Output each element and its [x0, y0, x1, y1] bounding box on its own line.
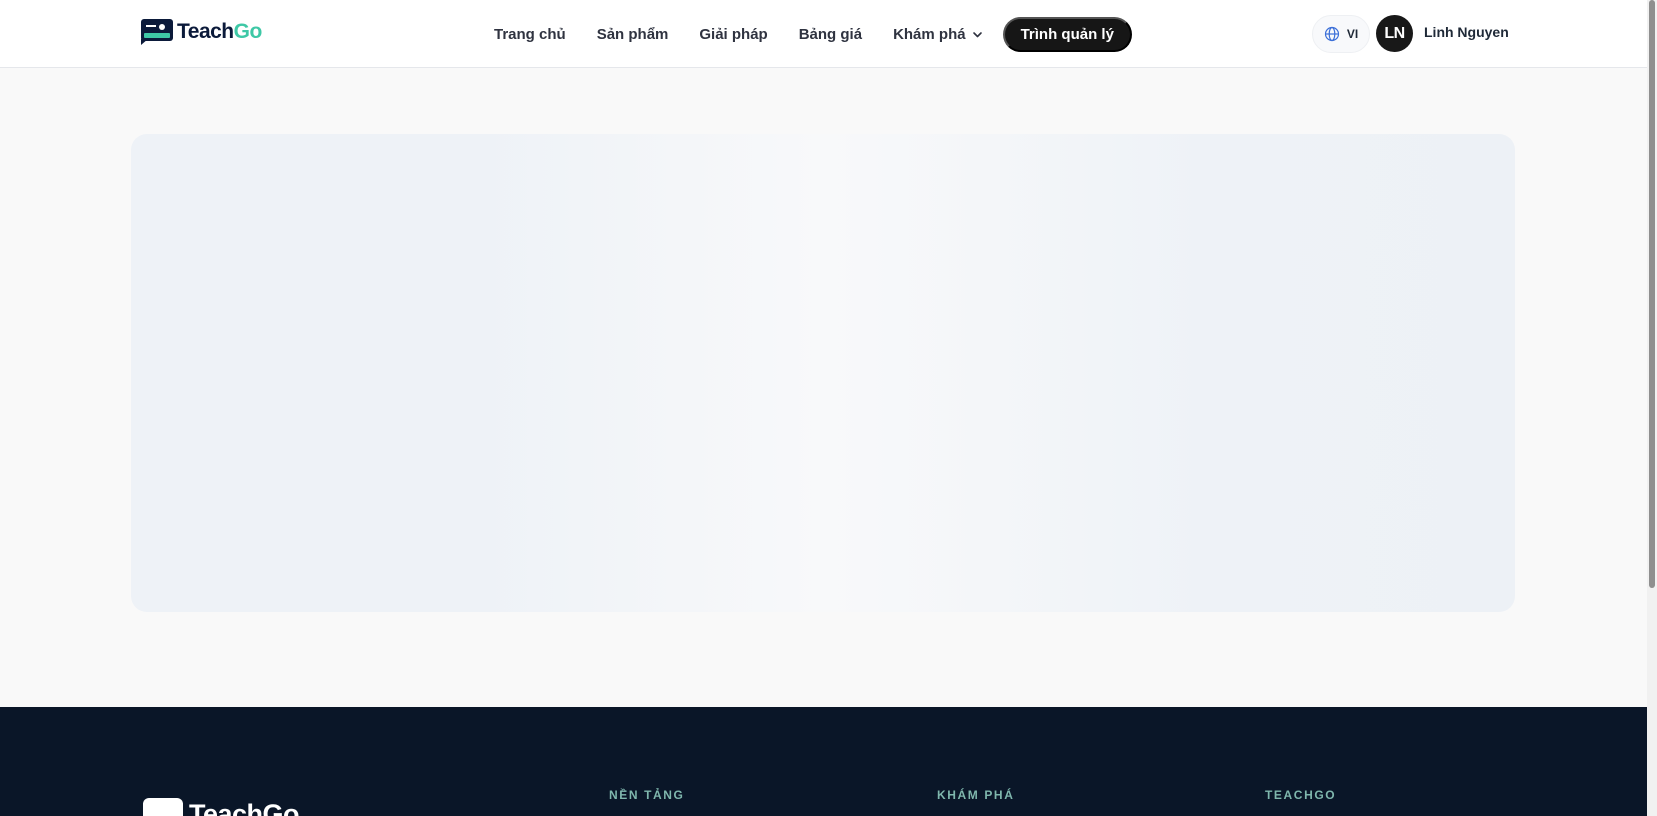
nav-item-pricing[interactable]: Bảng giá: [799, 26, 862, 43]
footer-heading-teachgo: TEACHGO: [1265, 788, 1337, 802]
page-scrollbar[interactable]: [1647, 0, 1657, 816]
brand-name-go: Go: [233, 20, 263, 43]
brand-name-teach: Teach: [177, 20, 234, 43]
globe-icon: [1324, 26, 1339, 42]
language-code: VI: [1346, 27, 1359, 41]
nav-item-solutions[interactable]: Giải pháp: [699, 26, 767, 43]
top-navbar: TeachGo Trang chủ Sản phẩm Giải pháp Bản…: [0, 0, 1647, 68]
footer-brand-name: TeachGo: [189, 799, 300, 816]
manager-button[interactable]: Trình quản lý: [1002, 16, 1132, 52]
nav-item-products[interactable]: Sản phẩm: [597, 26, 669, 43]
footer-heading-platform: NỀN TẢNG: [609, 788, 685, 802]
nav-item-explore-label: Khám phá: [893, 25, 966, 43]
brand-logo[interactable]: TeachGo: [141, 19, 262, 45]
main-content: TeachGo Trang chủ Sản phẩm Giải pháp Bản…: [0, 0, 1647, 816]
main-nav: Trang chủ Sản phẩm Giải pháp Bảng giá Kh…: [494, 16, 1132, 52]
footer-logo-icon: [143, 798, 183, 816]
footer-heading-explore: KHÁM PHÁ: [937, 788, 1015, 802]
brand-name: TeachGo: [177, 19, 262, 45]
site-footer: TeachGo: [0, 707, 1647, 816]
user-name[interactable]: Linh Nguyen: [1424, 24, 1509, 40]
teachgo-logo-icon: [141, 19, 173, 45]
scrollbar-thumb[interactable]: [1649, 0, 1655, 588]
nav-item-home[interactable]: Trang chủ: [494, 26, 566, 43]
nav-item-explore[interactable]: Khám phá: [893, 26, 983, 43]
avatar[interactable]: LN: [1376, 15, 1413, 52]
chevron-down-icon: [972, 31, 982, 37]
footer-brand-logo[interactable]: TeachGo: [143, 798, 300, 816]
page: TeachGo Trang chủ Sản phẩm Giải pháp Bản…: [0, 0, 1657, 816]
loading-skeleton: [131, 134, 1515, 612]
language-switcher[interactable]: VI: [1312, 15, 1370, 53]
